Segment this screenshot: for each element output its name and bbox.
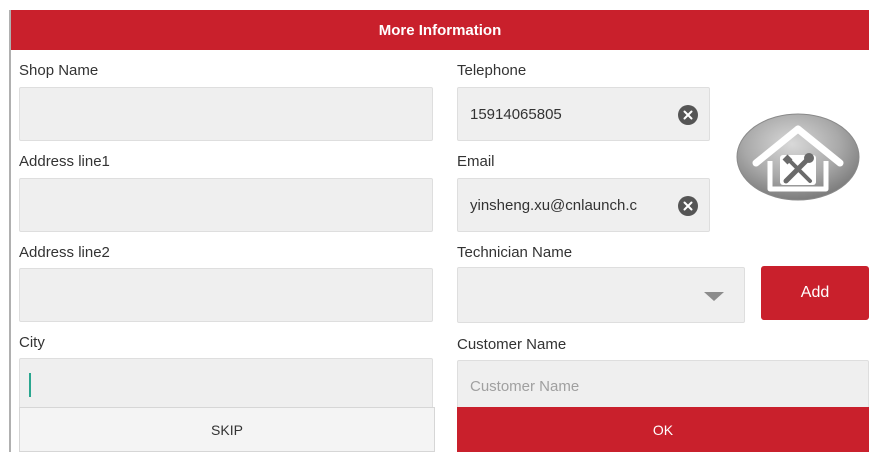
telephone-label: Telephone bbox=[457, 62, 527, 79]
city-label: City bbox=[19, 334, 45, 351]
telephone-value: 15914065805 bbox=[470, 105, 562, 123]
more-information-dialog: More Information Shop Name Address line1… bbox=[0, 0, 869, 452]
dialog-border bbox=[9, 10, 11, 452]
skip-button[interactable]: SKIP bbox=[19, 407, 435, 452]
email-value: yinsheng.xu@cnlaunch.c bbox=[470, 196, 637, 214]
add-technician-button[interactable]: Add bbox=[761, 266, 869, 320]
clear-x-icon[interactable] bbox=[678, 196, 698, 216]
text-cursor bbox=[29, 373, 31, 397]
shop-name-input[interactable] bbox=[19, 87, 433, 141]
email-label: Email bbox=[457, 153, 495, 170]
dialog-title: More Information bbox=[378, 21, 502, 39]
ok-button[interactable]: OK bbox=[457, 407, 869, 452]
customer-name-label: Customer Name bbox=[457, 336, 567, 353]
address-line1-label: Address line1 bbox=[19, 153, 110, 170]
customer-name-placeholder: Customer Name bbox=[470, 377, 580, 395]
email-input[interactable]: yinsheng.xu@cnlaunch.c bbox=[457, 178, 710, 232]
address-line1-input[interactable] bbox=[19, 178, 433, 232]
address-line2-input[interactable] bbox=[19, 268, 433, 322]
technician-name-select[interactable] bbox=[457, 267, 745, 323]
technician-name-label: Technician Name bbox=[457, 244, 573, 261]
customer-name-input[interactable]: Customer Name bbox=[457, 360, 869, 412]
chevron-down-icon bbox=[704, 292, 724, 301]
repair-shop-icon bbox=[734, 111, 862, 201]
city-input[interactable] bbox=[19, 358, 433, 410]
clear-x-icon[interactable] bbox=[678, 105, 698, 125]
telephone-input[interactable]: 15914065805 bbox=[457, 87, 710, 141]
shop-name-label: Shop Name bbox=[19, 62, 99, 79]
dialog-title-bar: More Information bbox=[11, 10, 869, 50]
address-line2-label: Address line2 bbox=[19, 244, 110, 261]
